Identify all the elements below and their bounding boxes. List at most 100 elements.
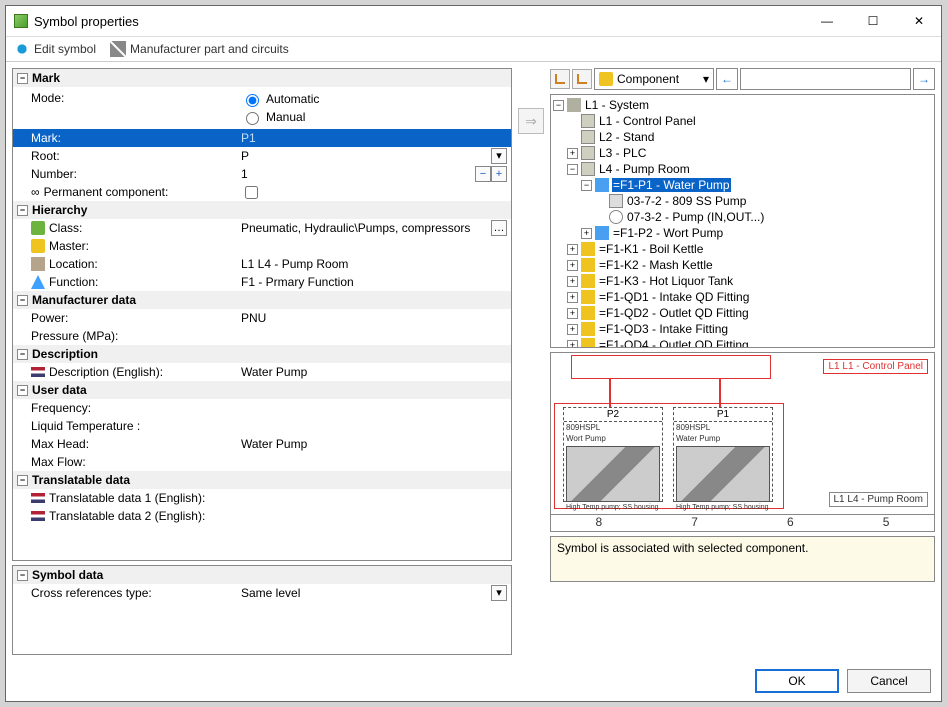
section-transdata[interactable]: − Translatable data — [13, 471, 511, 489]
collapse-icon[interactable]: − — [17, 73, 28, 84]
comp-icon — [581, 290, 595, 304]
tree-node[interactable]: +=F1-K3 - Hot Liquor Tank — [553, 273, 932, 289]
ok-button[interactable]: OK — [755, 669, 839, 693]
label-desc-en: Description (English): — [49, 365, 163, 379]
minimize-button[interactable]: — — [813, 10, 841, 32]
tree-view-button-2[interactable] — [572, 69, 592, 89]
expand-icon[interactable]: + — [581, 228, 592, 239]
decrement-button[interactable]: − — [475, 166, 491, 182]
tree-node[interactable]: L2 - Stand — [553, 129, 932, 145]
section-hierarchy[interactable]: − Hierarchy — [13, 201, 511, 219]
tree-node[interactable]: +=F1-QD1 - Intake QD Fitting — [553, 289, 932, 305]
row-master[interactable]: Master: — [13, 237, 511, 255]
section-mfrdata[interactable]: − Manufacturer data — [13, 291, 511, 309]
row-desc-en[interactable]: Description (English): Water Pump — [13, 363, 511, 381]
row-permanent[interactable]: ∞ Permanent component: — [13, 183, 511, 201]
row-root[interactable]: Root: P ▾ — [13, 147, 511, 165]
expand-icon[interactable]: + — [567, 276, 578, 287]
tree-node[interactable]: −=F1-P1 - Water Pump — [553, 177, 932, 193]
radio-automatic[interactable]: Automatic — [241, 91, 319, 107]
row-trans2[interactable]: Translatable data 2 (English): — [13, 507, 511, 525]
expand-icon[interactable]: + — [567, 340, 578, 349]
nav-back-button[interactable]: ← — [716, 68, 738, 90]
expand-icon[interactable]: − — [553, 100, 564, 111]
section-mark[interactable]: − Mark — [13, 69, 511, 87]
pump-p2-model: 809HSPL — [564, 422, 662, 433]
app-icon — [14, 14, 28, 28]
close-button[interactable]: ✕ — [905, 10, 933, 32]
row-frequency[interactable]: Frequency: — [13, 399, 511, 417]
tree-alt-icon — [577, 74, 587, 84]
row-pressure[interactable]: Pressure (MPa): — [13, 327, 511, 345]
tree-node[interactable]: +L3 - PLC — [553, 145, 932, 161]
collapse-icon[interactable]: − — [17, 295, 28, 306]
search-input[interactable] — [740, 68, 911, 90]
row-number[interactable]: Number: 1 − + — [13, 165, 511, 183]
pump-p1-image — [676, 446, 770, 502]
tree-node[interactable]: +=F1-QD4 - Outlet QD Fitting — [553, 337, 932, 348]
section-userdata[interactable]: − User data — [13, 381, 511, 399]
preview-axis: 8765 — [551, 514, 934, 529]
tree-icon — [555, 74, 565, 84]
expand-icon[interactable]: + — [567, 308, 578, 319]
radio-manual[interactable]: Manual — [241, 109, 319, 125]
expand-icon[interactable]: + — [567, 324, 578, 335]
component-type-select[interactable]: Component ▾ — [594, 68, 714, 90]
preview-loc1: L1 L1 - Control Panel — [823, 359, 928, 374]
tree-node[interactable]: +=F1-K1 - Boil Kettle — [553, 241, 932, 257]
expand-icon[interactable]: − — [581, 180, 592, 191]
row-mark[interactable]: Mark: P1 — [13, 129, 511, 147]
tree-view-button-1[interactable] — [550, 69, 570, 89]
tree-node[interactable]: L1 - Control Panel — [553, 113, 932, 129]
expand-icon[interactable]: + — [567, 148, 578, 159]
tree-node[interactable]: −L1 - System — [553, 97, 932, 113]
tree-node-label: =F1-K2 - Mash Kettle — [598, 258, 714, 272]
section-description[interactable]: − Description — [13, 345, 511, 363]
component-tree[interactable]: −L1 - SystemL1 - Control PanelL2 - Stand… — [550, 94, 935, 348]
tree-node[interactable]: +=F1-P2 - Wort Pump — [553, 225, 932, 241]
collapse-icon[interactable]: − — [17, 205, 28, 216]
class-icon — [31, 221, 45, 235]
assign-button[interactable]: ⇒ — [518, 108, 544, 134]
row-class[interactable]: Class: Pneumatic, Hydraulic\Pumps, compr… — [13, 219, 511, 237]
expand-icon[interactable]: + — [567, 244, 578, 255]
tree-node[interactable]: 03-7-2 - 809 SS Pump — [553, 193, 932, 209]
row-maxhead[interactable]: Max Head:Water Pump — [13, 435, 511, 453]
row-location[interactable]: Location: L1 L4 - Pump Room — [13, 255, 511, 273]
cancel-button[interactable]: Cancel — [847, 669, 931, 693]
tree-node[interactable]: 07-3-2 - Pump (IN,OUT...) — [553, 209, 932, 225]
row-power[interactable]: Power: PNU — [13, 309, 511, 327]
nav-forward-button[interactable]: → — [913, 68, 935, 90]
label-number: Number: — [31, 167, 241, 181]
expand-icon[interactable]: + — [567, 292, 578, 303]
mfr-parts-button[interactable]: Manufacturer part and circuits — [130, 42, 289, 56]
collapse-icon[interactable]: − — [17, 570, 28, 581]
row-function[interactable]: Function: F1 - Prmary Function — [13, 273, 511, 291]
value-location: L1 L4 - Pump Room — [241, 257, 507, 271]
cab-icon — [581, 130, 595, 144]
tree-node[interactable]: + =F1-K2 - Mash Kettle — [553, 257, 932, 273]
tree-node[interactable]: +=F1-QD3 - Intake Fitting — [553, 321, 932, 337]
permanent-checkbox[interactable] — [245, 186, 258, 199]
tree-node[interactable]: +=F1-QD2 - Outlet QD Fitting — [553, 305, 932, 321]
maximize-button[interactable]: ☐ — [859, 10, 887, 32]
tree-node[interactable]: −L4 - Pump Room — [553, 161, 932, 177]
row-trans1[interactable]: Translatable data 1 (English): — [13, 489, 511, 507]
edit-symbol-button[interactable]: Edit symbol — [34, 42, 96, 56]
row-xref[interactable]: Cross references type: Same level ▾ — [13, 584, 511, 602]
collapse-icon[interactable]: − — [17, 349, 28, 360]
expand-icon[interactable]: + — [567, 260, 578, 271]
root-dropdown-button[interactable]: ▾ — [491, 148, 507, 164]
section-symboldata[interactable]: − Symbol data — [13, 566, 511, 584]
flag-icon — [31, 511, 45, 521]
xref-dropdown-button[interactable]: ▾ — [491, 585, 507, 601]
collapse-icon[interactable]: − — [17, 475, 28, 486]
increment-button[interactable]: + — [491, 166, 507, 182]
cab-icon — [581, 162, 595, 176]
collapse-icon[interactable]: − — [17, 385, 28, 396]
expand-icon[interactable]: − — [567, 164, 578, 175]
value-mark: P1 — [241, 131, 507, 145]
row-liqtemp[interactable]: Liquid Temperature : — [13, 417, 511, 435]
class-browse-button[interactable]: … — [491, 220, 507, 236]
row-maxflow[interactable]: Max Flow: — [13, 453, 511, 471]
